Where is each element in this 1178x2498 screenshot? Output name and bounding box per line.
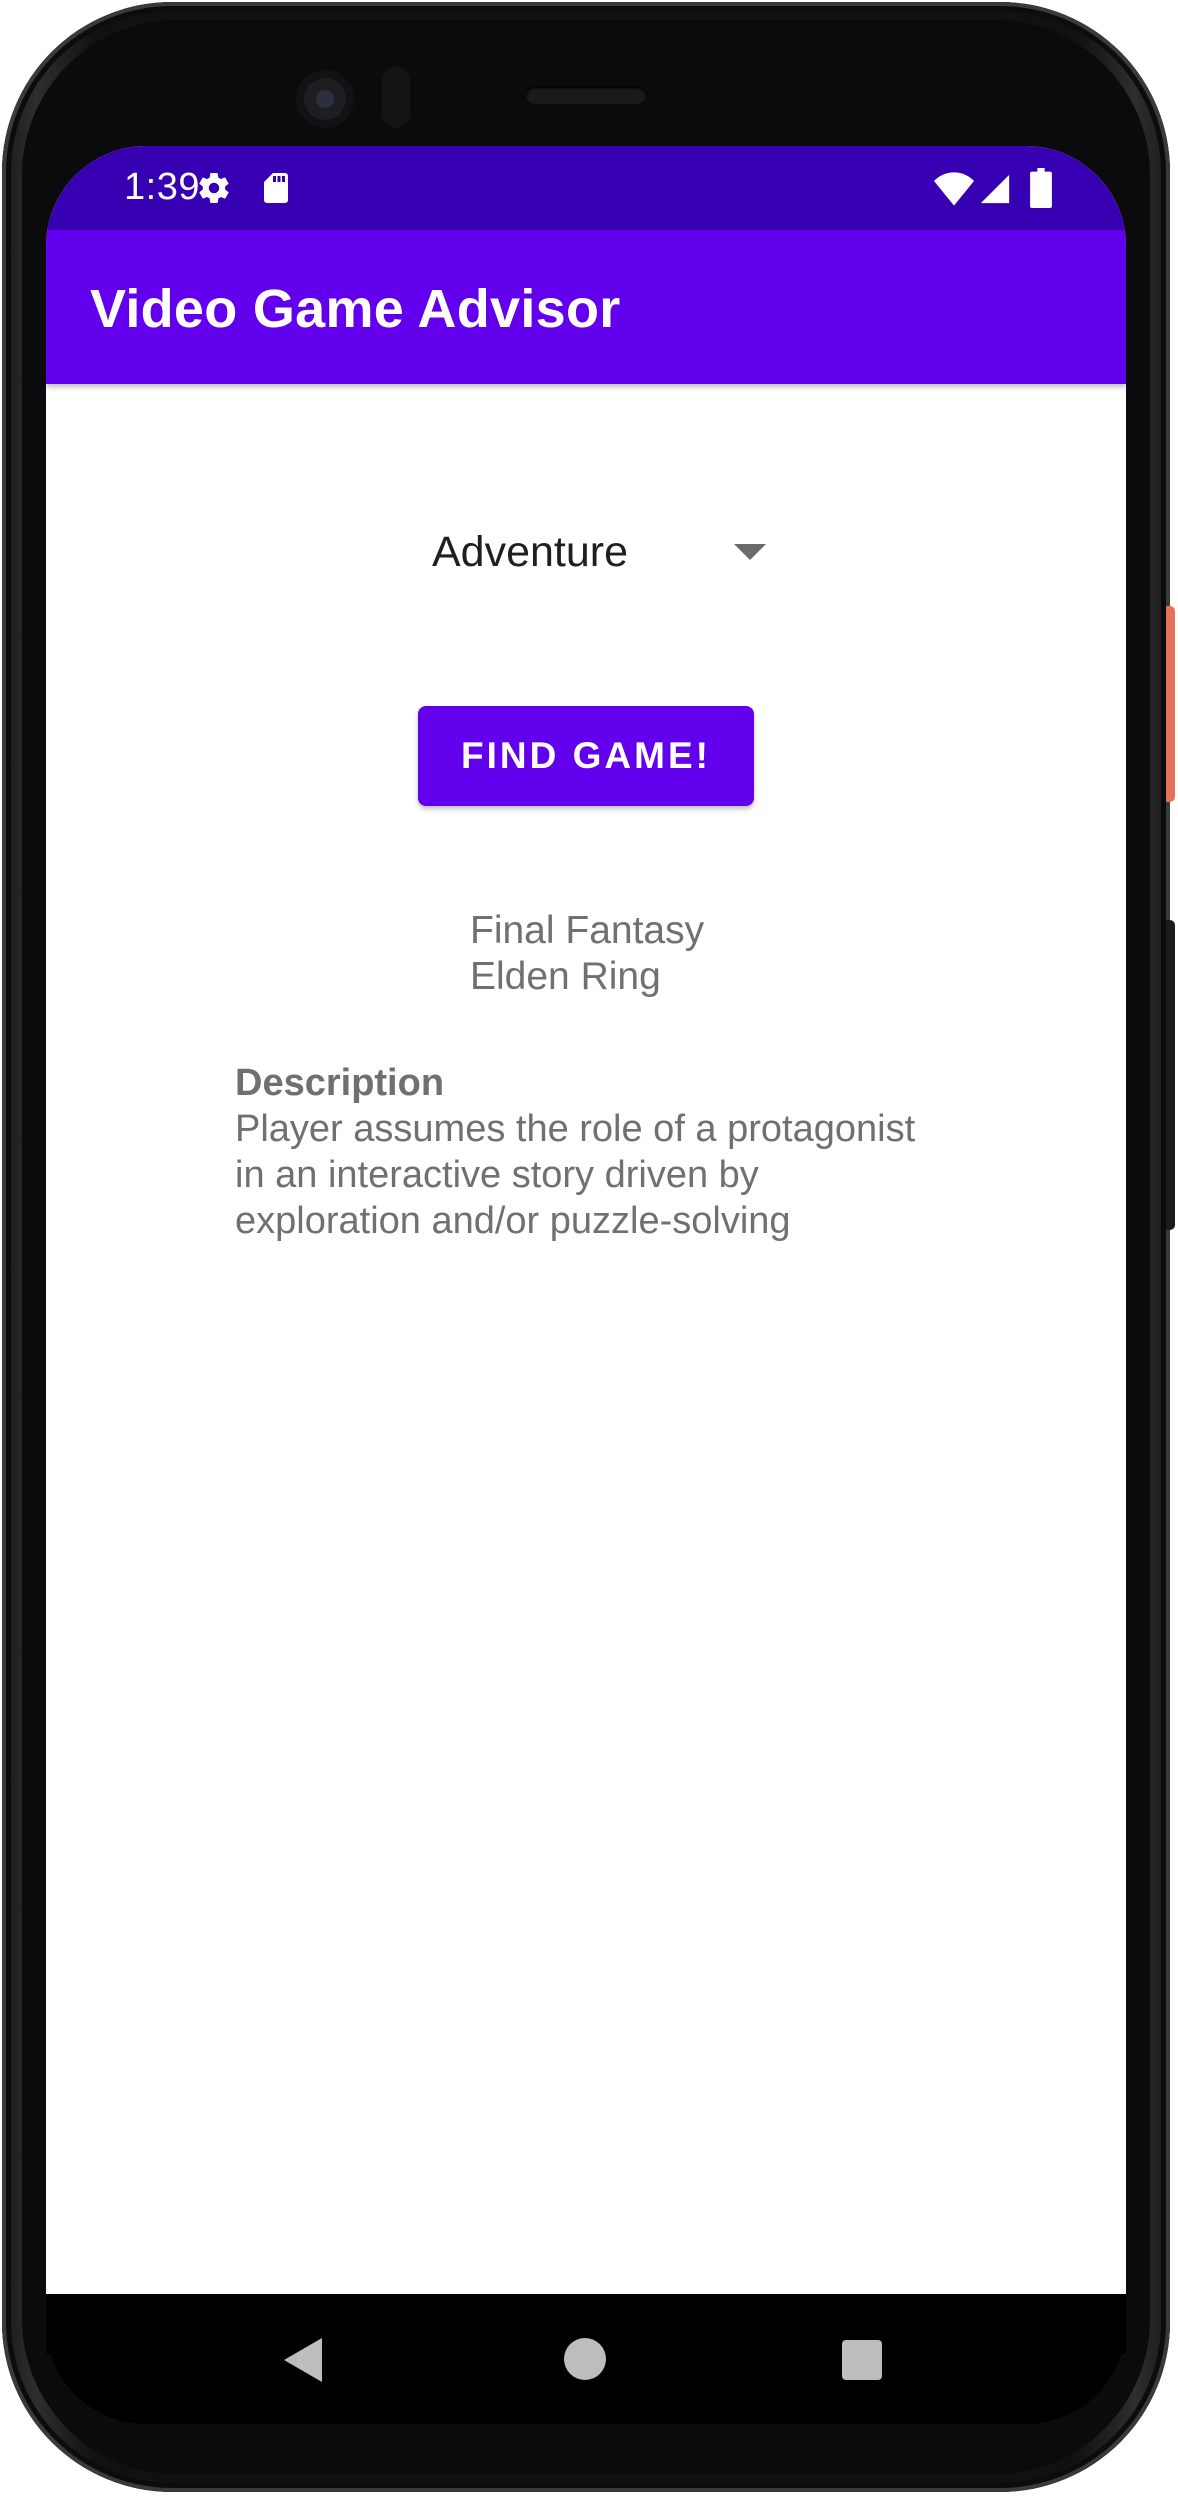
navigation-bar — [46, 2294, 1126, 2424]
app-screen: 1:39 Video Game Advisor Adventure FIND G… — [46, 146, 1126, 2354]
recents-icon[interactable] — [842, 2340, 882, 2380]
battery-icon — [1030, 168, 1052, 213]
dropdown-arrow-icon — [734, 544, 766, 560]
genre-description: Description Player assumes the role of a… — [235, 1060, 995, 1244]
spinner-selected-value: Adventure — [432, 528, 629, 576]
back-icon[interactable] — [284, 2338, 322, 2382]
settings-gear-icon — [196, 170, 232, 211]
earpiece-speaker — [526, 86, 646, 104]
game-result-item: Final Fantasy — [470, 909, 705, 952]
game-results: Final Fantasy Elden Ring — [470, 908, 704, 1000]
home-icon[interactable] — [564, 2338, 606, 2380]
find-game-button[interactable]: FIND GAME! — [418, 706, 754, 806]
sd-card-icon — [258, 170, 294, 211]
description-line: in an interactive story driven by — [235, 1154, 759, 1196]
game-result-item: Elden Ring — [470, 955, 661, 998]
status-bar: 1:39 — [46, 146, 1126, 230]
status-time: 1:39 — [124, 166, 200, 208]
volume-button — [1166, 920, 1175, 1230]
genre-spinner[interactable]: Adventure — [420, 504, 780, 600]
power-button — [1166, 606, 1175, 802]
wifi-icon — [934, 172, 974, 211]
description-line: Player assumes the role of a protagonist — [235, 1108, 916, 1150]
cell-signal-icon — [978, 172, 1012, 211]
app-title: Video Game Advisor — [90, 279, 621, 339]
description-heading: Description — [235, 1062, 445, 1104]
proximity-sensor — [382, 66, 410, 128]
app-bar: Video Game Advisor — [46, 230, 1126, 384]
description-line: exploration and/or puzzle-solving — [235, 1200, 791, 1242]
front-camera — [296, 70, 354, 128]
